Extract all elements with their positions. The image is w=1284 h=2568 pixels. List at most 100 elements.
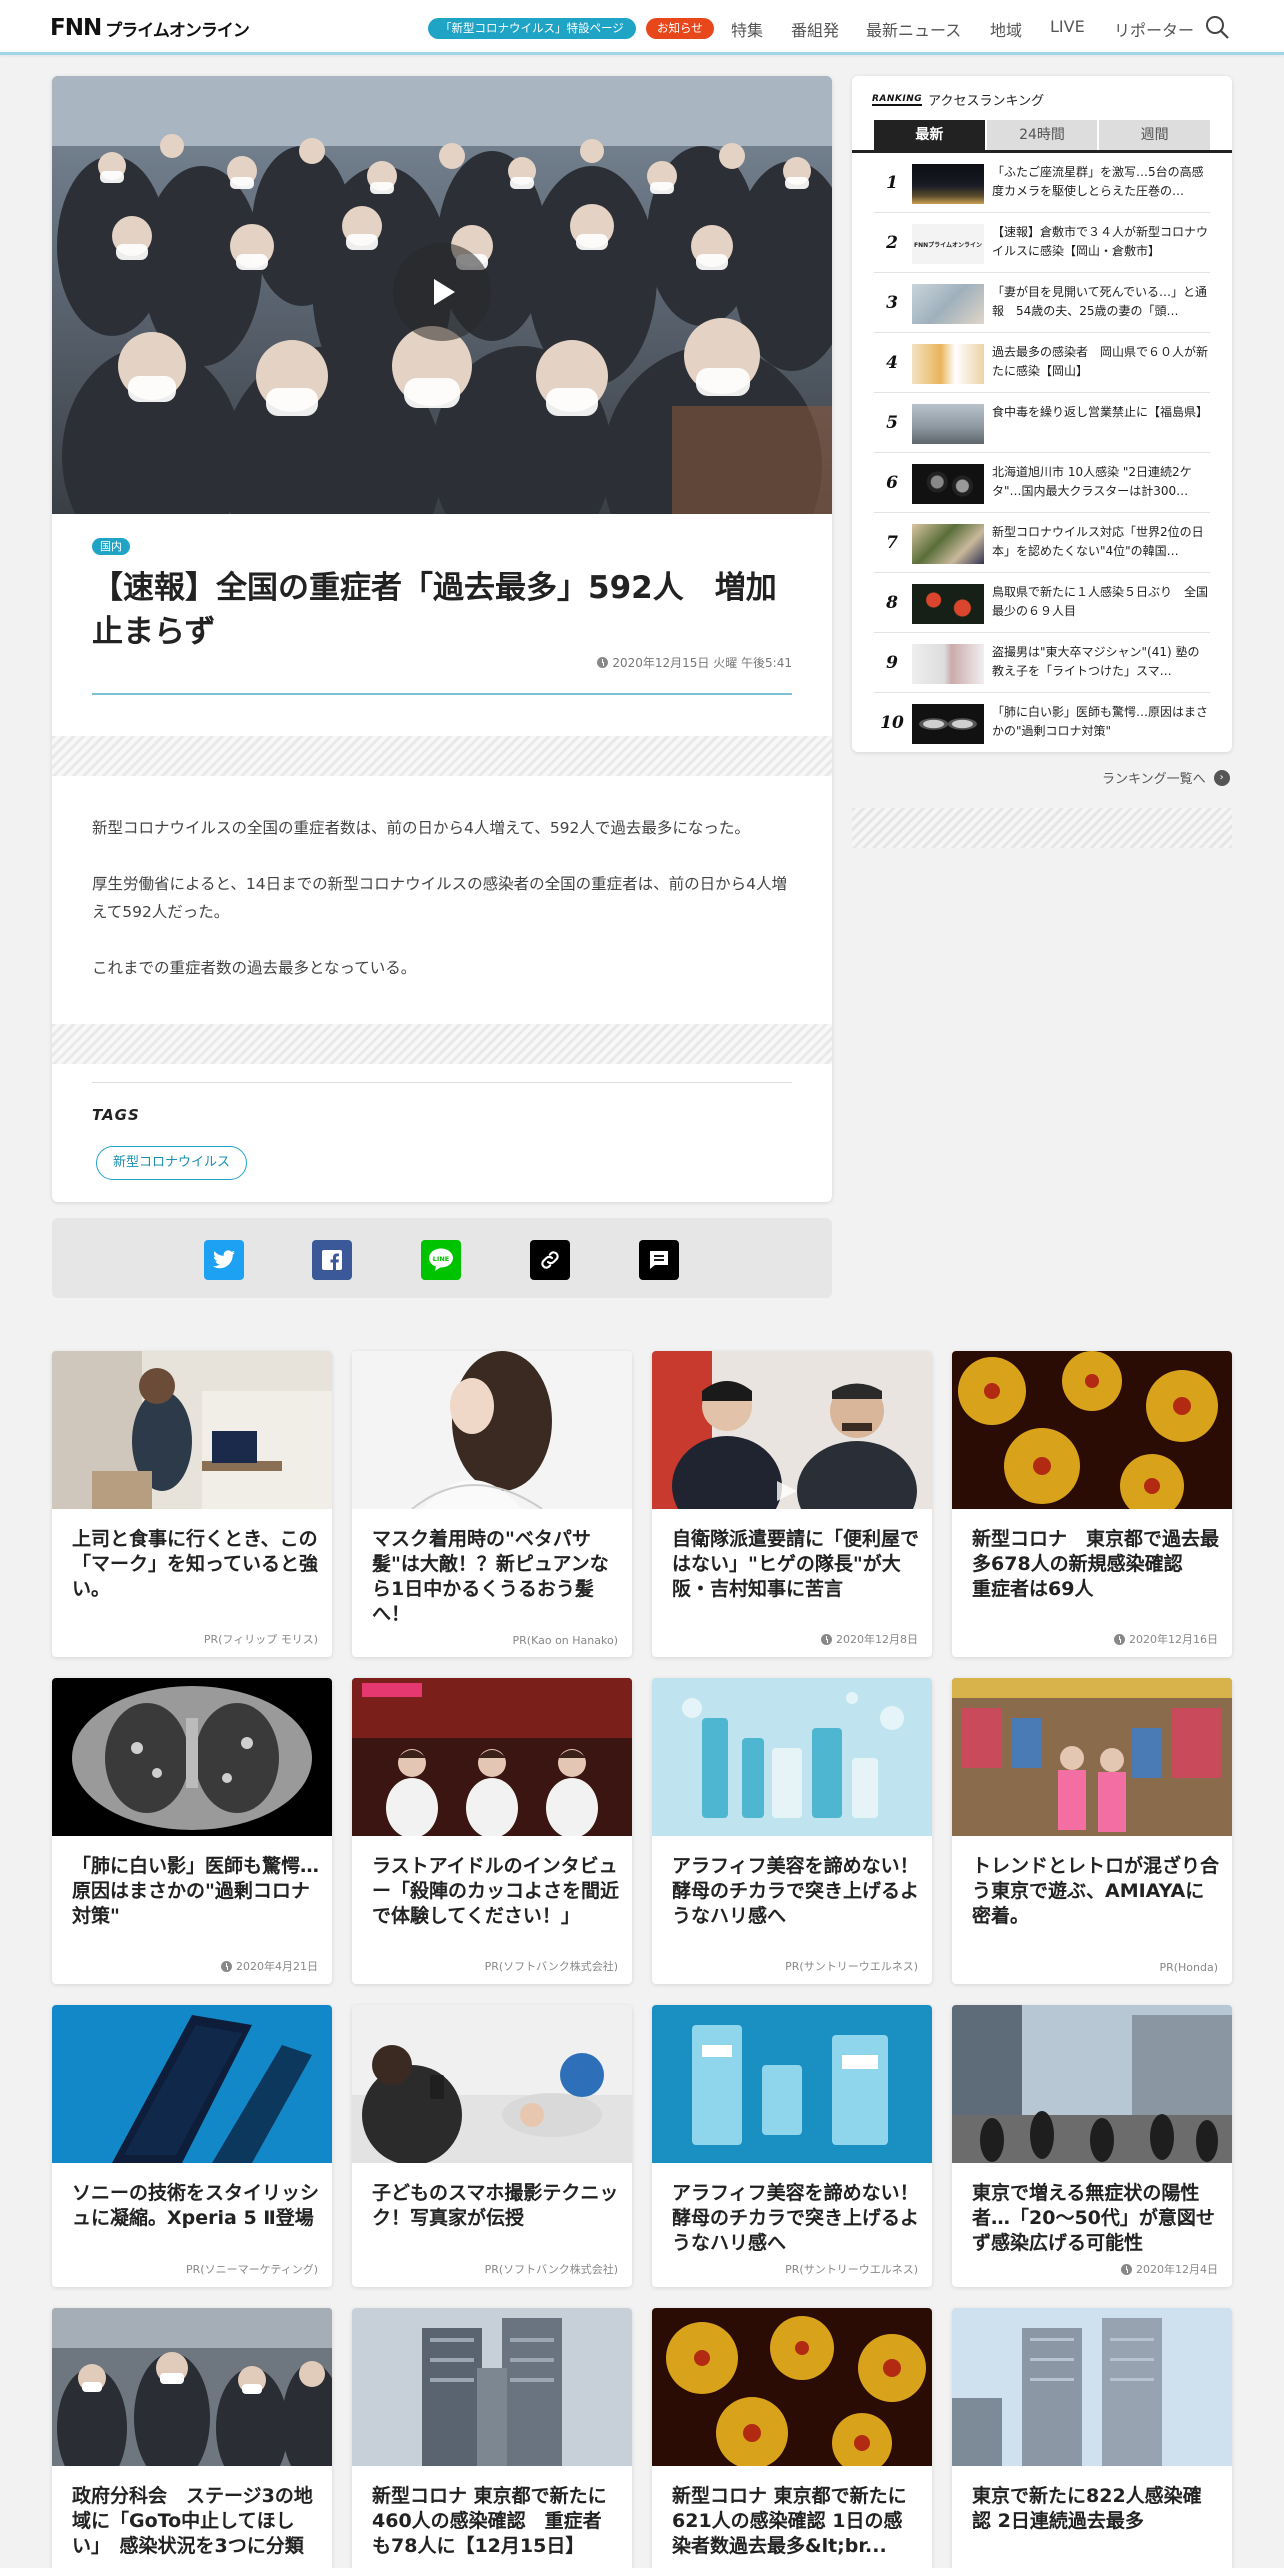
tab-24h[interactable]: 24時間	[986, 120, 1098, 150]
recommend-card[interactable]: 新型コロナ 東京都で新たに621人の感染確認 1日の感染者数過去最多&lt;br…	[652, 2308, 932, 2568]
video-play-icon[interactable]	[393, 243, 491, 341]
nav-reporter[interactable]: リポーター	[1114, 17, 1194, 41]
card-title: 新型コロナ 東京都で新たに460人の感染確認 重症者も78人に【12月15日】	[372, 2485, 607, 2557]
recommend-card[interactable]: 政府分科会 ステージ3の地域に「GoTo中止してほしい」 感染状況を3つに分類	[52, 2308, 332, 2568]
ranking-thumbnail: FNNプライムオンライン	[912, 224, 984, 264]
title-divider	[92, 693, 792, 695]
tags-heading: TAGS	[92, 1106, 140, 1124]
card-meta-text: 2020年4月21日	[236, 1960, 318, 1973]
nav-latest-news[interactable]: 最新ニュース	[866, 17, 961, 41]
ranking-number: 8	[886, 593, 898, 613]
recommend-card[interactable]: ラストアイドルのインタビュー「殺陣のカッコよさを間近で体験してください！」 PR…	[352, 1678, 632, 1984]
clock-icon	[597, 657, 609, 668]
card-meta: PR(ソフトバンク株式会社)	[485, 1958, 618, 1974]
ranking-item[interactable]: 6 北海道旭川市 10人感染 "2日連続2ケタ"…国内最大クラスターは計300…	[874, 453, 1210, 513]
ranking-title-text: 北海道旭川市 10人感染 "2日連続2ケタ"…国内最大クラスターは計300…	[992, 465, 1192, 498]
site-header: FNN プライムオンライン 「新型コロナウイルス」特設ページ お知らせ 特集 番…	[0, 0, 1284, 55]
card-image	[352, 1678, 632, 1836]
ranking-number: 2	[886, 233, 898, 253]
ranking-item[interactable]: 2 FNNプライムオンライン 【速報】倉敷市で３４人が新型コロナウイルスに感染【…	[874, 213, 1210, 273]
card-title: 上司と食事に行くとき、この「マーク」を知っていると強い。	[72, 1528, 319, 1600]
card-meta-text: PR(ソニーマーケティング)	[186, 2263, 318, 2276]
recommend-card[interactable]: 新型コロナ 東京都で過去最多678人の新規感染確認 重症者は69人 2020年1…	[952, 1351, 1232, 1657]
card-title: ソニーの技術をスタイリッシュに凝縮。Xperia 5 Ⅱ登場	[72, 2182, 320, 2229]
recommend-card[interactable]: トレンドとレトロが混ざり合う東京で遊ぶ、AMIAYAに密着。 PR(Honda)	[952, 1678, 1232, 1984]
category-badge[interactable]: 国内	[92, 538, 130, 555]
card-meta-text: PR(ソフトバンク株式会社)	[484, 2263, 618, 2276]
notice-link[interactable]: お知らせ	[646, 18, 714, 39]
recommend-card[interactable]: 新型コロナ 東京都で新たに460人の感染確認 重症者も78人に【12月15日】	[352, 2308, 632, 2568]
recommend-card[interactable]: 自衛隊派遣要請に「便利屋ではない」"ヒゲの隊長"が大阪・吉村知事に苦言 2020…	[652, 1351, 932, 1657]
ranking-header: RANKING アクセスランキング	[872, 90, 1044, 109]
facebook-icon[interactable]	[312, 1240, 352, 1280]
site-logo[interactable]: FNN プライムオンライン	[50, 15, 250, 41]
twitter-icon[interactable]	[204, 1240, 244, 1280]
tab-latest[interactable]: 最新	[874, 120, 985, 150]
ranking-number: 5	[886, 413, 898, 433]
tag-covid[interactable]: 新型コロナウイルス	[96, 1146, 248, 1180]
ranking-item[interactable]: 7 新型コロナウイルス対応「世界2位の日本」を認めたくない"4位"の韓国…	[874, 513, 1210, 573]
ranking-item[interactable]: 4 過去最多の感染者 岡山県で６０人が新たに感染【岡山】	[874, 333, 1210, 393]
ranking-number: 1	[886, 173, 898, 193]
search-icon[interactable]	[1204, 14, 1230, 40]
card-title: 子どものスマホ撮影テクニック！写真家が伝授	[372, 2182, 619, 2229]
recommend-card[interactable]: 東京で新たに822人感染確認 2日連続過去最多	[952, 2308, 1232, 2568]
line-icon[interactable]: LINE	[421, 1240, 461, 1280]
card-title: 新型コロナ 東京都で過去最多678人の新規感染確認 重症者は69人	[972, 1528, 1220, 1600]
ranking-more-link[interactable]: ランキング一覧へ ›	[1102, 768, 1230, 787]
nav-feature[interactable]: 特集	[731, 17, 763, 41]
covid-special-link[interactable]: 「新型コロナウイルス」特設ページ	[428, 18, 636, 39]
article-date: 2020年12月15日 火曜 午後5:41	[597, 654, 792, 671]
card-image	[652, 2308, 932, 2466]
recommend-card[interactable]: 「肺に白い影」医師も驚愕…原因はまさかの"過剰コロナ対策" 2020年4月21日	[52, 1678, 332, 1984]
link-icon[interactable]	[530, 1240, 570, 1280]
recommend-card[interactable]: マスク着用時の"ベタパサ髪"は大敵！？新ピュアンなら1日中かるくうるおう髪へ！ …	[352, 1351, 632, 1657]
ranking-tabs: 最新 24時間 週間	[874, 120, 1211, 150]
recommend-card[interactable]: 上司と食事に行くとき、この「マーク」を知っていると強い。 PR(フィリップ モリ…	[52, 1351, 332, 1657]
ranking-title-text: 【速報】倉敷市で３４人が新型コロナウイルスに感染【岡山・倉敷市】	[992, 225, 1209, 258]
recommend-card[interactable]: ソニーの技術をスタイリッシュに凝縮。Xperia 5 Ⅱ登場 PR(ソニーマーケ…	[52, 2005, 332, 2287]
clock-icon	[1121, 2263, 1132, 2275]
article-card: 国内 【速報】全国の重症者「過去最多」592人 増加止まらず 2020年12月1…	[52, 76, 832, 1202]
card-meta: PR(ソフトバンク株式会社)	[485, 2261, 618, 2277]
ranking-item[interactable]: 3 「妻が目を見開いて死んでいる…」と通報 54歳の夫、25歳の妻の「頭…	[874, 273, 1210, 333]
ranking-item[interactable]: 5 食中毒を繰り返し営業禁止に【福島県】	[874, 393, 1210, 453]
ranking-item[interactable]: 8 鳥取県で新たに１人感染５日ぶり 全国最少の６９人目	[874, 573, 1210, 633]
clock-icon	[221, 1960, 232, 1972]
tab-weekly[interactable]: 週間	[1099, 120, 1211, 150]
article-video-thumbnail[interactable]	[52, 76, 832, 514]
nav-live[interactable]: LIVE	[1050, 17, 1085, 36]
line-icon-label: LINE	[433, 1255, 449, 1263]
card-meta-text: PR(フィリップ モリス)	[203, 1633, 318, 1646]
ranking-thumbnail	[912, 524, 984, 564]
card-meta: PR(フィリップ モリス)	[204, 1631, 318, 1647]
comment-icon[interactable]	[639, 1240, 679, 1280]
ad-placeholder-bottom	[52, 1024, 832, 1064]
card-image	[952, 2308, 1232, 2466]
ranking-item[interactable]: 9 盗撮男は"東大卒マジシャン"(41) 塾の教え子を「ライトつけた」スマ…	[874, 633, 1210, 693]
recommend-card[interactable]: 子どものスマホ撮影テクニック！写真家が伝授 PR(ソフトバンク株式会社)	[352, 2005, 632, 2287]
ranking-more-label: ランキング一覧へ	[1102, 772, 1206, 787]
ranking-item[interactable]: 1 「ふたご座流星群」を激写…5台の高感度カメラを駆使しとらえた圧巻の…	[874, 153, 1210, 213]
recommend-card[interactable]: アラフィフ美容を諦めない！酵母のチカラで突き上げるようなハリ感へ PR(サントリ…	[652, 2005, 932, 2287]
ranking-thumbnail	[912, 284, 984, 324]
ad-placeholder-top	[52, 736, 832, 776]
card-meta: 2020年4月21日	[221, 1958, 318, 1974]
card-title: 東京で新たに822人感染確認 2日連続過去最多	[972, 2485, 1202, 2532]
logo-fnn-text: FNN	[50, 15, 102, 41]
nav-programs[interactable]: 番組発	[791, 17, 839, 41]
recommend-card[interactable]: アラフィフ美容を諦めない！酵母のチカラで突き上げるようなハリ感へ PR(サントリ…	[652, 1678, 932, 1984]
nav-region[interactable]: 地域	[990, 17, 1022, 41]
card-image	[52, 1351, 332, 1509]
article-paragraph: 厚生労働省によると、14日までの新型コロナウイルスの感染者の全国の重症者は、前の…	[92, 875, 788, 921]
ranking-title-text: 新型コロナウイルス対応「世界2位の日本」を認めたくない"4位"の韓国…	[992, 525, 1204, 558]
card-image	[652, 2005, 932, 2163]
card-meta-text: PR(Honda)	[1159, 1961, 1218, 1974]
ranking-item[interactable]: 10 「肺に白い影」医師も驚愕…原因はまさかの"過剰コロナ対策"	[874, 693, 1210, 752]
recommend-card[interactable]: 東京で増える無症状の陽性者…「20～50代」が意図せず感染広げる可能性 2020…	[952, 2005, 1232, 2287]
card-image	[52, 2005, 332, 2163]
card-image	[952, 1351, 1232, 1509]
ranking-thumbnail	[912, 404, 984, 444]
card-meta-text: 2020年12月8日	[836, 1633, 918, 1646]
ranking-title-text: 盗撮男は"東大卒マジシャン"(41) 塾の教え子を「ライトつけた」スマ…	[992, 645, 1200, 678]
